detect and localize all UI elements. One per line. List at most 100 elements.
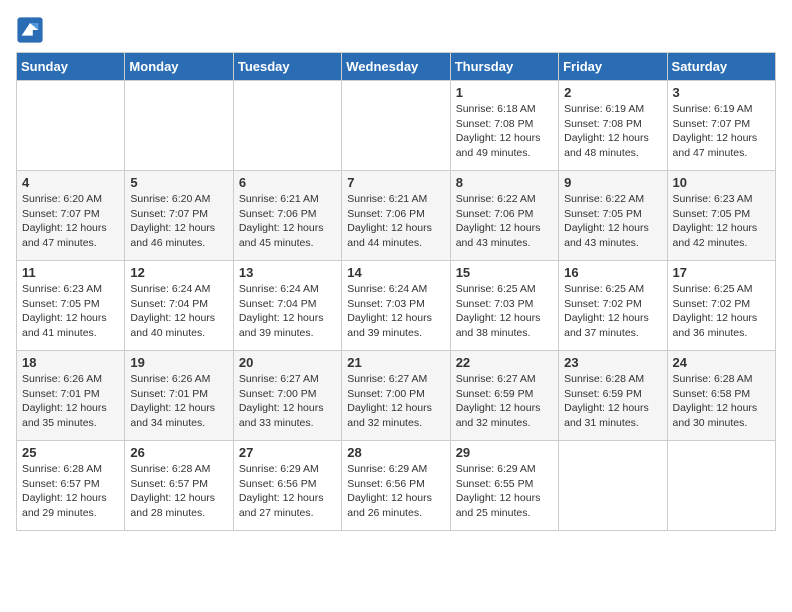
cell-text: Sunrise: 6:28 AM	[130, 462, 227, 477]
cell-text: Sunrise: 6:29 AM	[347, 462, 444, 477]
cell-text: Sunset: 6:59 PM	[456, 387, 553, 402]
day-number: 8	[456, 175, 553, 190]
day-number: 26	[130, 445, 227, 460]
cell-text: Daylight: 12 hours and 27 minutes.	[239, 491, 336, 520]
cell-text: Sunset: 7:04 PM	[239, 297, 336, 312]
day-number: 14	[347, 265, 444, 280]
cell-text: Daylight: 12 hours and 42 minutes.	[673, 221, 770, 250]
day-number: 6	[239, 175, 336, 190]
day-number: 27	[239, 445, 336, 460]
cell-text: Sunset: 7:05 PM	[564, 207, 661, 222]
day-number: 10	[673, 175, 770, 190]
day-number: 28	[347, 445, 444, 460]
calendar-cell: 26Sunrise: 6:28 AMSunset: 6:57 PMDayligh…	[125, 441, 233, 531]
cell-text: Daylight: 12 hours and 32 minutes.	[456, 401, 553, 430]
cell-text: Sunset: 7:05 PM	[673, 207, 770, 222]
cell-text: Sunset: 7:06 PM	[347, 207, 444, 222]
calendar-week-row: 11Sunrise: 6:23 AMSunset: 7:05 PMDayligh…	[17, 261, 776, 351]
cell-text: Sunrise: 6:24 AM	[239, 282, 336, 297]
day-number: 11	[22, 265, 119, 280]
cell-text: Sunset: 7:06 PM	[239, 207, 336, 222]
calendar-cell: 24Sunrise: 6:28 AMSunset: 6:58 PMDayligh…	[667, 351, 775, 441]
cell-text: Daylight: 12 hours and 35 minutes.	[22, 401, 119, 430]
cell-text: Sunset: 7:03 PM	[347, 297, 444, 312]
calendar-cell: 12Sunrise: 6:24 AMSunset: 7:04 PMDayligh…	[125, 261, 233, 351]
calendar-cell: 5Sunrise: 6:20 AMSunset: 7:07 PMDaylight…	[125, 171, 233, 261]
cell-text: Sunset: 6:56 PM	[347, 477, 444, 492]
calendar-cell: 13Sunrise: 6:24 AMSunset: 7:04 PMDayligh…	[233, 261, 341, 351]
cell-text: Sunrise: 6:22 AM	[564, 192, 661, 207]
weekday-header: Monday	[125, 53, 233, 81]
weekday-header: Saturday	[667, 53, 775, 81]
cell-text: Daylight: 12 hours and 34 minutes.	[130, 401, 227, 430]
cell-text: Sunrise: 6:29 AM	[239, 462, 336, 477]
calendar-table: SundayMondayTuesdayWednesdayThursdayFrid…	[16, 52, 776, 531]
calendar-cell: 16Sunrise: 6:25 AMSunset: 7:02 PMDayligh…	[559, 261, 667, 351]
cell-text: Daylight: 12 hours and 47 minutes.	[673, 131, 770, 160]
cell-text: Sunrise: 6:26 AM	[130, 372, 227, 387]
cell-text: Sunrise: 6:21 AM	[239, 192, 336, 207]
logo-icon	[16, 16, 44, 44]
cell-text: Sunset: 7:07 PM	[673, 117, 770, 132]
day-number: 22	[456, 355, 553, 370]
day-number: 23	[564, 355, 661, 370]
calendar-cell: 4Sunrise: 6:20 AMSunset: 7:07 PMDaylight…	[17, 171, 125, 261]
cell-text: Daylight: 12 hours and 49 minutes.	[456, 131, 553, 160]
day-number: 4	[22, 175, 119, 190]
calendar-cell: 8Sunrise: 6:22 AMSunset: 7:06 PMDaylight…	[450, 171, 558, 261]
day-number: 25	[22, 445, 119, 460]
day-number: 2	[564, 85, 661, 100]
cell-text: Sunrise: 6:19 AM	[564, 102, 661, 117]
calendar-body: 1Sunrise: 6:18 AMSunset: 7:08 PMDaylight…	[17, 81, 776, 531]
cell-text: Daylight: 12 hours and 38 minutes.	[456, 311, 553, 340]
day-number: 29	[456, 445, 553, 460]
cell-text: Sunset: 7:02 PM	[564, 297, 661, 312]
cell-text: Daylight: 12 hours and 29 minutes.	[22, 491, 119, 520]
cell-text: Sunset: 7:00 PM	[239, 387, 336, 402]
calendar-cell: 3Sunrise: 6:19 AMSunset: 7:07 PMDaylight…	[667, 81, 775, 171]
cell-text: Daylight: 12 hours and 43 minutes.	[564, 221, 661, 250]
weekday-header: Wednesday	[342, 53, 450, 81]
cell-text: Daylight: 12 hours and 32 minutes.	[347, 401, 444, 430]
cell-text: Daylight: 12 hours and 31 minutes.	[564, 401, 661, 430]
cell-text: Sunset: 6:57 PM	[130, 477, 227, 492]
weekday-header: Thursday	[450, 53, 558, 81]
calendar-cell: 18Sunrise: 6:26 AMSunset: 7:01 PMDayligh…	[17, 351, 125, 441]
header	[16, 16, 776, 44]
cell-text: Daylight: 12 hours and 40 minutes.	[130, 311, 227, 340]
calendar-cell: 21Sunrise: 6:27 AMSunset: 7:00 PMDayligh…	[342, 351, 450, 441]
cell-text: Sunset: 7:08 PM	[456, 117, 553, 132]
cell-text: Sunrise: 6:18 AM	[456, 102, 553, 117]
cell-text: Sunrise: 6:27 AM	[456, 372, 553, 387]
calendar-cell: 29Sunrise: 6:29 AMSunset: 6:55 PMDayligh…	[450, 441, 558, 531]
cell-text: Sunrise: 6:28 AM	[564, 372, 661, 387]
calendar-cell: 1 Sunrise: 6:18 AMSunset: 7:08 PMDaylight…	[450, 81, 558, 171]
cell-text: Daylight: 12 hours and 36 minutes.	[673, 311, 770, 340]
cell-text: Sunrise: 6:20 AM	[22, 192, 119, 207]
calendar-cell	[17, 81, 125, 171]
calendar-cell: 9Sunrise: 6:22 AMSunset: 7:05 PMDaylight…	[559, 171, 667, 261]
cell-text: Sunrise: 6:20 AM	[130, 192, 227, 207]
cell-text: Daylight: 12 hours and 48 minutes.	[564, 131, 661, 160]
cell-text: Sunrise: 6:27 AM	[239, 372, 336, 387]
cell-text: Daylight: 12 hours and 33 minutes.	[239, 401, 336, 430]
day-number: 3	[673, 85, 770, 100]
calendar-cell: 6Sunrise: 6:21 AMSunset: 7:06 PMDaylight…	[233, 171, 341, 261]
calendar-cell	[559, 441, 667, 531]
cell-text: Daylight: 12 hours and 39 minutes.	[347, 311, 444, 340]
day-number: 18	[22, 355, 119, 370]
calendar-cell: 23 Sunrise: 6:28 AMSunset: 6:59 PMDayligh…	[559, 351, 667, 441]
cell-text: Sunrise: 6:25 AM	[673, 282, 770, 297]
cell-text: Sunrise: 6:22 AM	[456, 192, 553, 207]
cell-text: Sunrise: 6:28 AM	[673, 372, 770, 387]
cell-text: Daylight: 12 hours and 41 minutes.	[22, 311, 119, 340]
cell-text: Daylight: 12 hours and 43 minutes.	[456, 221, 553, 250]
cell-text: Daylight: 12 hours and 25 minutes.	[456, 491, 553, 520]
day-number: 19	[130, 355, 227, 370]
cell-text: Sunset: 7:08 PM	[564, 117, 661, 132]
cell-text: Sunset: 6:59 PM	[564, 387, 661, 402]
calendar-cell	[342, 81, 450, 171]
day-number: 1	[456, 85, 553, 100]
cell-text: Sunset: 6:55 PM	[456, 477, 553, 492]
calendar-cell: 14Sunrise: 6:24 AMSunset: 7:03 PMDayligh…	[342, 261, 450, 351]
